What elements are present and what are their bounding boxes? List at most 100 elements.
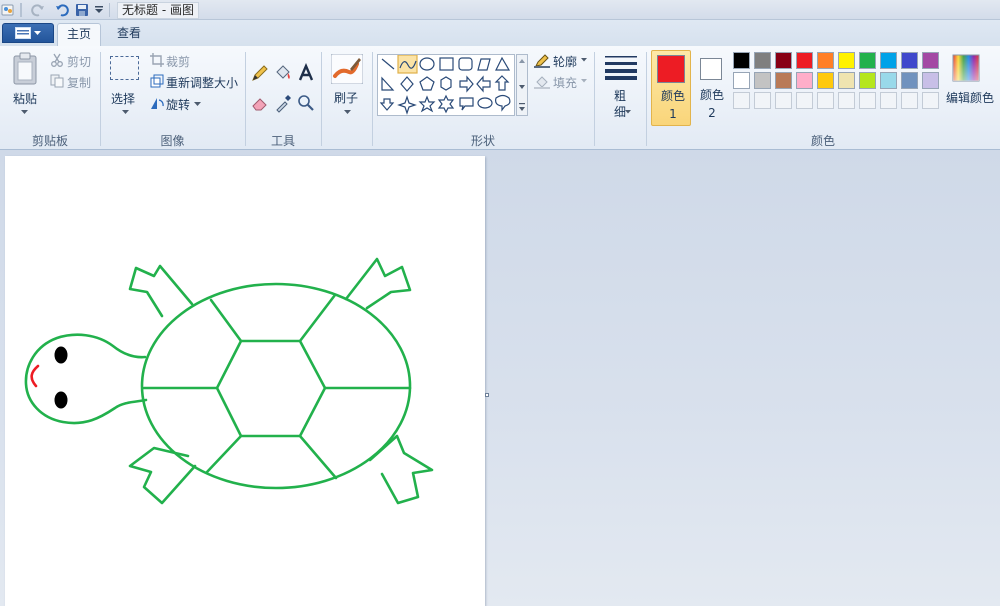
- pencil-tool[interactable]: [250, 63, 270, 83]
- paint-app-icon[interactable]: [0, 2, 16, 18]
- palette-swatch[interactable]: [754, 72, 771, 89]
- palette-swatch[interactable]: [922, 72, 939, 89]
- palette-swatch[interactable]: [859, 72, 876, 89]
- brushes-label[interactable]: 刷子: [334, 89, 358, 106]
- rotate-dropdown-icon[interactable]: [194, 102, 201, 107]
- custom-color-slot[interactable]: [901, 92, 918, 109]
- shapes-icons: [379, 54, 511, 115]
- color2-button[interactable]: 颜色 2: [694, 50, 730, 126]
- tools-group-label: 工具: [270, 134, 295, 148]
- copy-button[interactable]: 复制: [67, 74, 91, 91]
- palette-swatch[interactable]: [796, 72, 813, 89]
- turtle-head: [24, 333, 148, 425]
- edit-colors-label[interactable]: 编辑颜色: [946, 89, 994, 106]
- custom-color-slot[interactable]: [922, 92, 939, 109]
- palette-swatch[interactable]: [733, 52, 750, 69]
- shapes-scrollbar[interactable]: [516, 54, 528, 116]
- tab-view[interactable]: 查看: [106, 23, 152, 46]
- save-icon[interactable]: [73, 2, 91, 18]
- brush-icon: [330, 53, 364, 85]
- eraser-tool[interactable]: [250, 93, 270, 113]
- custom-color-slot[interactable]: [817, 92, 834, 109]
- palette-swatch[interactable]: [754, 52, 771, 69]
- group-separator: [321, 52, 322, 146]
- custom-color-slot[interactable]: [838, 92, 855, 109]
- color1-swatch: [657, 55, 685, 83]
- resize-icon: [150, 74, 164, 88]
- custom-color-slot[interactable]: [796, 92, 813, 109]
- colors-group-label: 颜色: [810, 134, 835, 148]
- palette-swatch[interactable]: [880, 72, 897, 89]
- image-group-label: 图像: [160, 134, 185, 148]
- palette-swatch[interactable]: [838, 72, 855, 89]
- select-label[interactable]: 选择: [111, 90, 135, 107]
- paste-button[interactable]: [12, 52, 40, 89]
- magnifier-icon: [298, 95, 314, 111]
- copy-icon: [50, 74, 64, 88]
- shell-center-hexagon: [215, 339, 327, 438]
- resize-button[interactable]: 重新调整大小: [166, 74, 238, 91]
- shapes-group-label: 形状: [470, 134, 495, 148]
- palette-swatch[interactable]: [880, 52, 897, 69]
- palette-swatch[interactable]: [817, 52, 834, 69]
- palette-swatch[interactable]: [901, 72, 918, 89]
- custom-color-slot[interactable]: [754, 92, 771, 109]
- canvas-resize-handle[interactable]: [485, 393, 489, 397]
- paste-dropdown-icon[interactable]: [21, 110, 28, 115]
- magnifier-tool[interactable]: [296, 93, 316, 113]
- text-a-icon: [298, 62, 314, 81]
- edit-colors-button[interactable]: [952, 54, 982, 84]
- palette-swatch[interactable]: [775, 52, 792, 69]
- turtle-drawing: [24, 257, 434, 505]
- ribbon: 粘贴 剪切 复制 剪贴板 选择 裁剪 重新调整大小 旋转 图像 工具 刷子 轮廓…: [0, 46, 1000, 150]
- color1-button[interactable]: 颜色 1: [651, 50, 691, 126]
- palette-swatch[interactable]: [901, 52, 918, 69]
- outline-button[interactable]: 轮廓: [553, 53, 577, 70]
- select-dropdown-icon[interactable]: [122, 110, 129, 115]
- eyedropper-icon: [276, 95, 291, 113]
- shapes-gallery[interactable]: [377, 54, 515, 116]
- brushes-button[interactable]: [330, 53, 364, 85]
- tab-home[interactable]: 主页: [57, 23, 101, 46]
- color-picker-tool[interactable]: [273, 93, 293, 113]
- brushes-dropdown-icon[interactable]: [344, 110, 351, 115]
- palette-swatch[interactable]: [817, 72, 834, 89]
- window-title: 无标题 - 画图: [117, 2, 199, 19]
- clipboard-icon: [13, 52, 37, 85]
- palette-swatch[interactable]: [796, 52, 813, 69]
- size-dropdown-icon[interactable]: [625, 110, 631, 114]
- rotate-icon: [151, 98, 164, 109]
- undo-icon[interactable]: [52, 2, 70, 18]
- turtle-eye-lower: [54, 391, 68, 409]
- custom-color-slot[interactable]: [775, 92, 792, 109]
- size-label[interactable]: 粗细: [614, 88, 626, 120]
- turtle-shell: [140, 282, 412, 490]
- select-icon[interactable]: [110, 56, 139, 80]
- customize-quick-access-icon[interactable]: [93, 2, 105, 18]
- crop-button[interactable]: 裁剪: [166, 53, 190, 70]
- fill-tool[interactable]: [273, 63, 293, 83]
- paint-menu-button[interactable]: [2, 23, 54, 43]
- outline-dropdown-icon[interactable]: [581, 58, 587, 62]
- ribbon-tab-row: 主页 查看: [0, 20, 1000, 46]
- palette-swatch[interactable]: [859, 52, 876, 69]
- custom-color-slot[interactable]: [733, 92, 750, 109]
- drawing-canvas[interactable]: [5, 156, 489, 606]
- text-tool[interactable]: [296, 62, 316, 83]
- clipboard-group-label: 剪贴板: [31, 134, 68, 148]
- rotate-button[interactable]: 旋转: [166, 96, 190, 113]
- redo-icon[interactable]: [30, 2, 48, 18]
- size-button[interactable]: [604, 54, 638, 80]
- palette-swatch[interactable]: [733, 72, 750, 89]
- palette-swatch[interactable]: [838, 52, 855, 69]
- back-left-flipper: [128, 446, 197, 505]
- palette-swatch[interactable]: [922, 52, 939, 69]
- palette-swatch[interactable]: [775, 72, 792, 89]
- fill-button[interactable]: 填充: [553, 74, 577, 91]
- custom-color-slot[interactable]: [859, 92, 876, 109]
- color1-label: 颜色 1: [660, 89, 685, 121]
- paste-label[interactable]: 粘贴: [13, 90, 37, 107]
- fill-dropdown-icon[interactable]: [581, 79, 587, 83]
- cut-button[interactable]: 剪切: [67, 53, 91, 70]
- custom-color-slot[interactable]: [880, 92, 897, 109]
